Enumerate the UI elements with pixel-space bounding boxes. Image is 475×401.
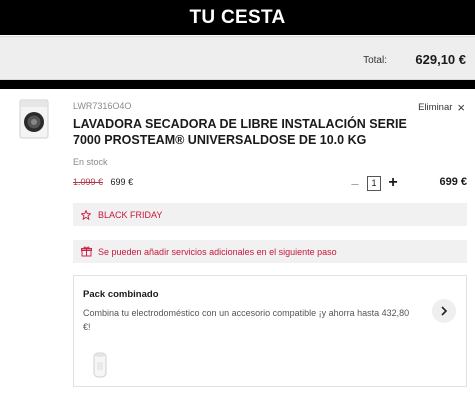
minus-icon[interactable]: – <box>350 176 360 191</box>
cart-item: LWR7316O4O Eliminar × LAVADORA SECADORA … <box>0 89 475 401</box>
cart-title: TU CESTA <box>189 6 286 28</box>
current-price: 699 € <box>110 177 134 187</box>
product-name[interactable]: LAVADORA SECADORA DE LIBRE INSTALACIÓN S… <box>73 116 423 148</box>
section-divider <box>0 80 475 89</box>
services-note-text: Se pueden añadir servicios adicionales e… <box>98 246 337 257</box>
black-friday-label: BLACK FRIDAY <box>98 209 163 220</box>
cart-header: TU CESTA <box>0 0 475 35</box>
old-price: 1.099 € <box>73 177 104 187</box>
quantity-value[interactable]: 1 <box>367 175 381 191</box>
remove-item-button[interactable]: Eliminar × <box>418 100 465 115</box>
close-icon: × <box>457 100 465 115</box>
cart-total-bar: Total: 629,10 € <box>0 36 475 80</box>
services-note: Se pueden añadir servicios adicionales e… <box>73 240 467 263</box>
pack-description: Combina tu electrodoméstico con un acces… <box>83 308 410 332</box>
chevron-right-icon[interactable] <box>432 299 456 323</box>
combo-pack-card[interactable]: Pack combinado Combina tu electrodomésti… <box>73 275 467 387</box>
accessory-product-image <box>90 350 110 380</box>
line-total: 699 € <box>439 176 467 188</box>
black-friday-badge: BLACK FRIDAY <box>73 203 467 226</box>
total-value: 629,10 € <box>415 52 466 67</box>
unit-prices: 1.099 € 699 € <box>73 177 133 187</box>
total-label: Total: <box>363 55 387 66</box>
quantity-stepper: – 1 + <box>350 174 398 192</box>
product-sku: LWR7316O4O <box>73 101 132 111</box>
stock-status: En stock <box>73 157 108 167</box>
plus-icon[interactable]: + <box>388 174 398 192</box>
pack-title: Pack combinado <box>83 289 159 300</box>
gift-icon <box>81 246 93 257</box>
remove-label: Eliminar <box>418 102 453 113</box>
star-icon <box>81 209 93 220</box>
washer-product-image[interactable] <box>18 99 50 139</box>
